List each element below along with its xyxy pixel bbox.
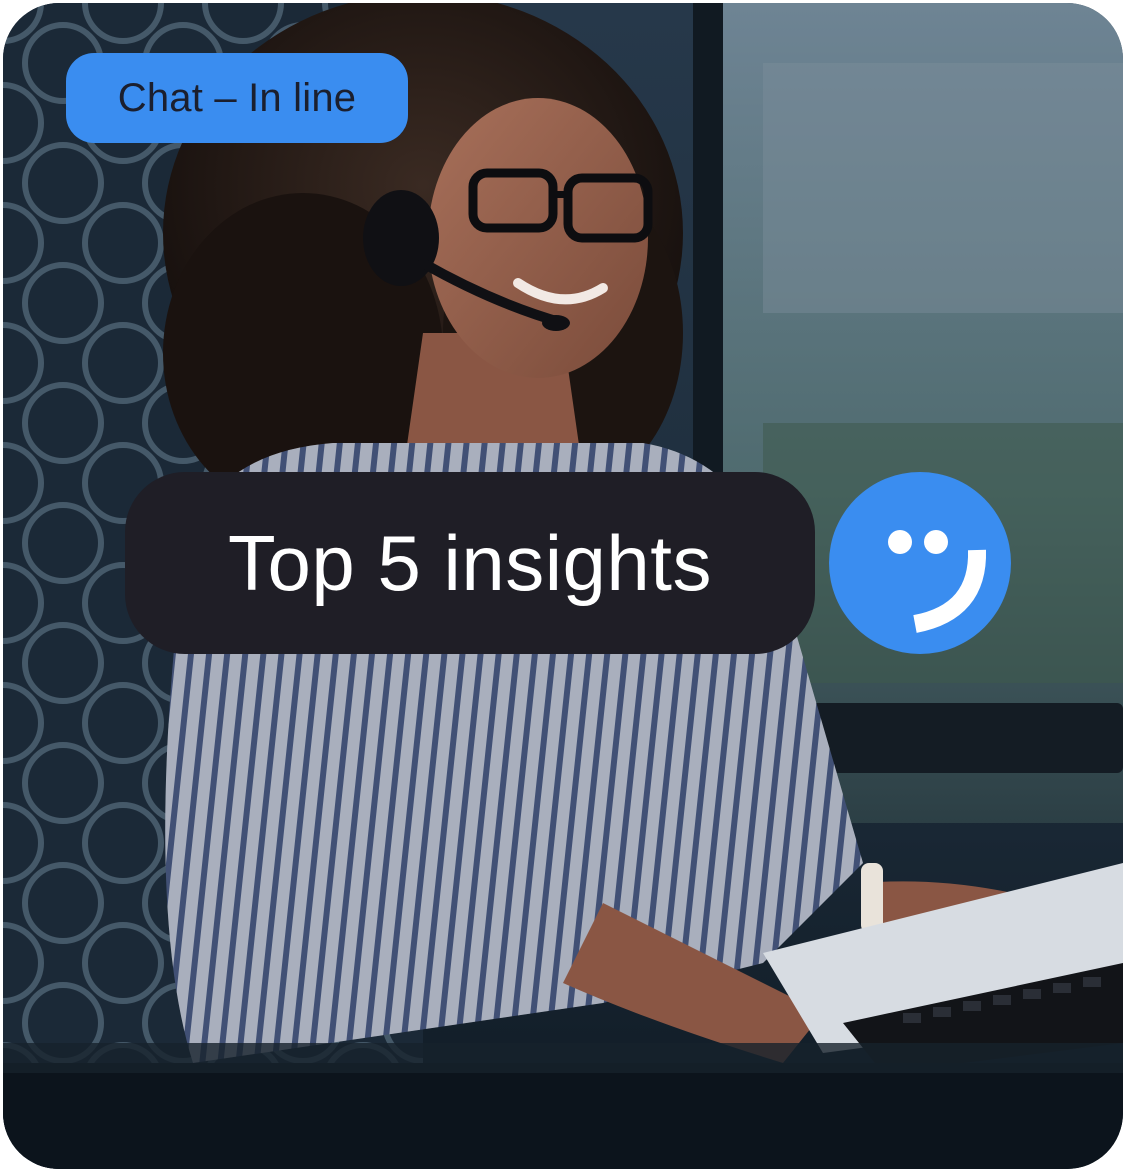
headline-banner: Top 5 insights [125,472,815,654]
headline-text: Top 5 insights [228,518,712,607]
promo-card: Chat – In line Top 5 insights [3,3,1123,1169]
smiley-face-icon [888,530,987,633]
chat-inline-tag: Chat – In line [66,53,408,143]
smiley-logo-icon [829,472,1011,654]
tag-label: Chat – In line [117,75,357,120]
